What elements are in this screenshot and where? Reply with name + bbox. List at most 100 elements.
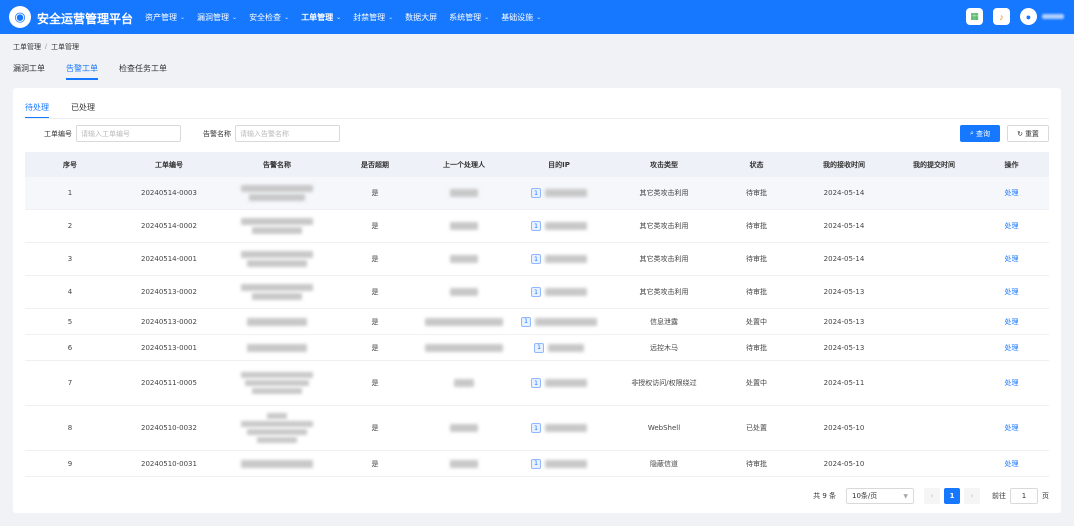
dest-ip-wrap: 1 [531,188,587,198]
overdue-flag: 是 [371,189,379,197]
ip-count-badge[interactable]: 1 [531,423,541,433]
nav-item-7[interactable]: 基础设施 ⌄ [501,12,541,23]
process-link[interactable]: 处理 [974,317,1049,327]
breadcrumb: 工单管理 / 工单管理 [13,42,79,52]
nav-item-2[interactable]: 安全检查 ⌄ [249,12,289,23]
row-index: 3 [67,255,73,263]
process-link[interactable]: 处理 [974,343,1049,353]
nav-item-5[interactable]: 数据大屏 [405,12,437,23]
nav-item-3[interactable]: 工单管理 ⌄ [301,12,341,23]
tab-processed[interactable]: 已处理 [71,102,95,119]
chevron-down-icon: ⌄ [536,13,542,21]
table-row[interactable]: 4 20240513-0002 是 1 其它类攻击利用 待审批 2024-05-13 处理 [25,276,1049,309]
table-row[interactable]: 1 20240514-0003 是 1 其它类攻击利用 待审批 2024-05-14 处理 [25,177,1049,210]
ip-count-badge[interactable]: 1 [531,221,541,231]
alert-name-redacted [223,185,331,201]
redacted-ip [545,222,587,230]
redacted-text [450,424,478,432]
tab-alert-tickets[interactable]: 告警工单 [66,63,98,80]
redacted-text [450,222,478,230]
table-row[interactable]: 8 20240510-0032 是 1 WebShell 已处置 2024-05-10 处理 [25,406,1049,451]
tab-inspection-tickets[interactable]: 检查任务工单 [119,63,167,80]
ip-count-badge[interactable]: 1 [521,316,531,327]
ip-count-badge[interactable]: 1 [531,378,541,388]
process-link[interactable]: 处理 [974,188,1049,198]
redacted-ip [545,424,587,432]
ip-count-badge[interactable]: 1 [531,458,541,469]
ip-count-badge[interactable]: 1 [531,188,541,198]
alert-name-input[interactable] [235,125,340,142]
table-row[interactable]: 9 20240510-0031 是 1 隐蔽信道 待审批 2024-05-10 处理 [25,451,1049,477]
page-unit-label: 页 [1042,492,1049,500]
overdue-flag: 是 [371,379,379,387]
goto-page-input[interactable]: 1 [1010,488,1038,504]
nav-item-1[interactable]: 漏洞管理 ⌄ [197,12,237,23]
redacted-ip [548,343,584,352]
process-link[interactable]: 处理 [974,378,1049,388]
page-size-value: 10条/页 [852,492,878,500]
query-button[interactable]: ⌕ 查询 [960,125,1000,142]
page-number-current[interactable]: 1 [944,488,960,504]
user-avatar[interactable]: ● [1020,8,1037,25]
process-link[interactable]: 处理 [974,459,1049,469]
nav-item-6[interactable]: 系统管理 ⌄ [449,12,489,23]
nav-item-0[interactable]: 资产管理 ⌄ [145,12,185,23]
redacted-block [241,372,313,394]
process-link[interactable]: 处理 [974,287,1049,297]
table-row[interactable]: 7 20240511-0005 是 1 非授权访问/权限绕过 处置中 2024-05-11 处… [25,361,1049,406]
redacted-block [241,251,313,267]
redacted-block [241,459,313,468]
row-index: 6 [67,343,73,352]
dest-ip-wrap: 1 [531,378,587,388]
process-link[interactable]: 处理 [974,423,1049,433]
ip-count-badge[interactable]: 1 [531,287,541,297]
page-size-select[interactable]: 10条/页 ▼ [846,488,914,504]
nav-item-label: 基础设施 [501,12,534,22]
ip-count-badge[interactable]: 1 [534,342,544,353]
attack-type: 其它类攻击利用 [639,189,689,197]
redacted-block [241,284,313,300]
next-page-button[interactable]: › [964,488,980,504]
reset-button[interactable]: ↻ 重置 [1007,125,1049,142]
pagination: 共 9 条 10条/页 ▼ ‹ 1 › 前往 1 页 [813,488,1049,504]
table-row[interactable]: 5 20240513-0002 是 1 信息泄露 处置中 2024-05-13 处理 [25,309,1049,335]
ip-count-badge[interactable]: 1 [531,254,541,264]
process-link[interactable]: 处理 [974,254,1049,264]
ticket-number: 20240514-0003 [141,189,197,197]
received-time: 2024-05-13 [823,288,865,296]
prev-handler-redacted [419,255,509,263]
process-link[interactable]: 处理 [974,221,1049,231]
alert-name-redacted [223,372,331,394]
status-text: 处置中 [746,317,767,326]
chevron-down-icon: ⌄ [180,13,186,21]
table-row[interactable]: 6 20240513-0001 是 1 远控木马 待审批 2024-05-13 处理 [25,335,1049,361]
overdue-flag: 是 [371,317,379,326]
redacted-text [425,317,503,326]
column-header: 工单编号 [155,160,183,169]
breadcrumb-separator: / [45,44,47,51]
nav-item-label: 封禁管理 [353,12,386,22]
ticket-number: 20240514-0001 [141,255,197,263]
ticket-no-input[interactable] [76,125,181,142]
notification-bell-icon[interactable]: ♪ [993,8,1010,25]
app-grid-icon[interactable]: ▦ [966,8,983,25]
redacted-text [454,379,474,387]
username-redacted[interactable] [1042,14,1064,19]
dest-ip-wrap: 1 [531,254,587,264]
table-row[interactable]: 2 20240514-0002 是 1 其它类攻击利用 待审批 2024-05-14 处理 [25,210,1049,243]
dest-ip-wrap: 1 [521,316,597,327]
redacted-block [241,185,313,201]
nav-item-4[interactable]: 封禁管理 ⌄ [353,12,393,23]
tab-vuln-tickets[interactable]: 漏洞工单 [13,63,45,80]
breadcrumb-parent[interactable]: 工单管理 [13,44,41,51]
ticket-number: 20240513-0001 [141,343,197,352]
ticket-no-label: 工单编号 [44,129,72,138]
status-text: 待审批 [746,343,767,352]
dest-ip-cell: 1 [509,378,609,388]
tab-pending[interactable]: 待处理 [25,102,49,119]
column-header: 上一个处理人 [443,160,485,169]
table-row[interactable]: 3 20240514-0001 是 1 其它类攻击利用 待审批 2024-05-14 处理 [25,243,1049,276]
row-index: 2 [67,222,73,230]
redacted-text [247,317,307,326]
prev-page-button[interactable]: ‹ [924,488,940,504]
